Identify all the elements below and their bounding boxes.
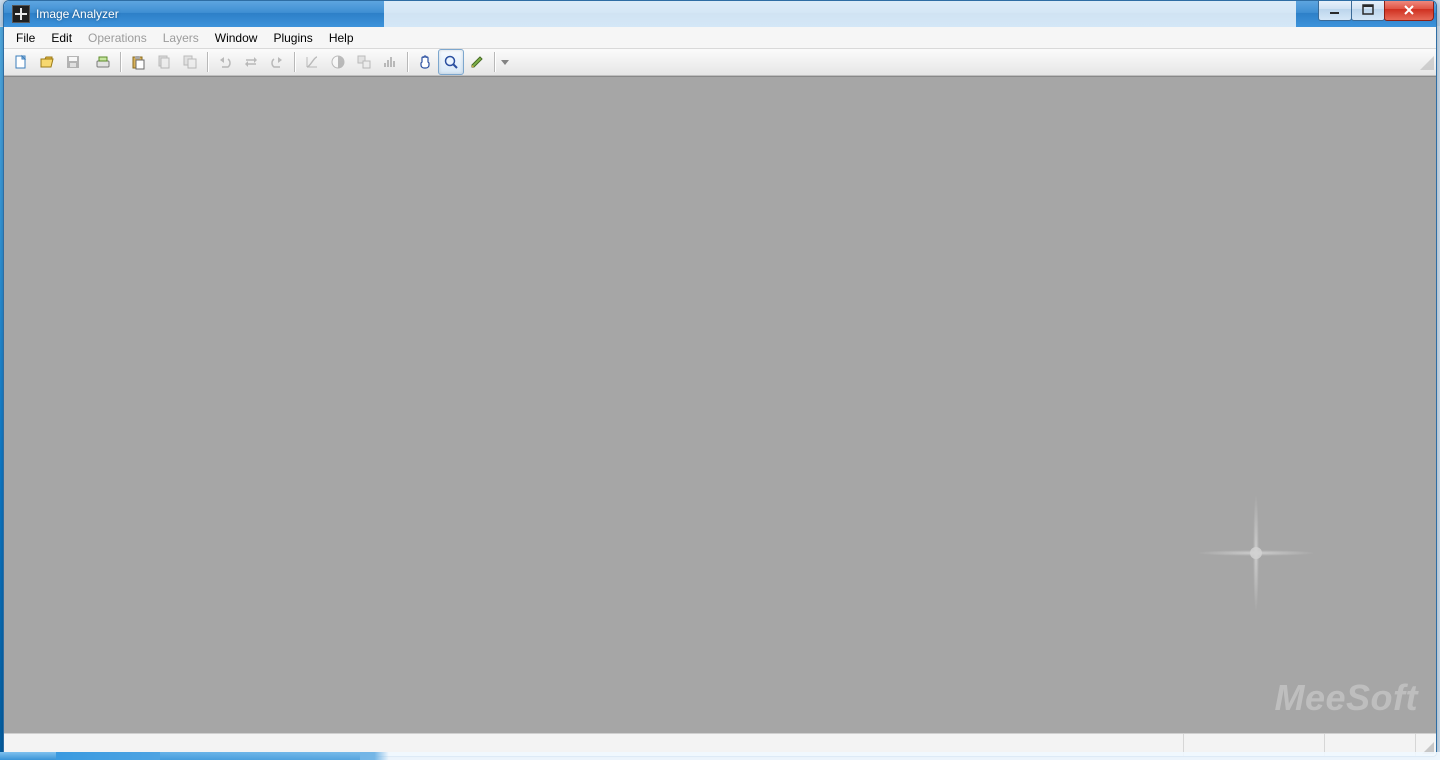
curves-icon [304, 54, 320, 70]
menu-help[interactable]: Help [321, 27, 362, 48]
watermark: MeeSoft [1274, 677, 1418, 719]
close-button[interactable] [1384, 0, 1434, 21]
app-icon [12, 5, 30, 23]
menu-plugins[interactable]: Plugins [265, 27, 320, 48]
pencil-tool-button[interactable] [464, 49, 490, 75]
scanner-button[interactable] [90, 49, 116, 75]
copy-icon [156, 54, 172, 70]
menu-window[interactable]: Window [207, 27, 266, 48]
window-title: Image Analyzer [36, 7, 119, 21]
paste-icon [130, 54, 146, 70]
toolbar [4, 49, 1436, 76]
toolbar-overflow-icon [501, 58, 509, 66]
app-window: Image Analyzer File Edit Operations Laye… [3, 0, 1437, 757]
scanner-icon [95, 54, 111, 70]
undo-icon [217, 54, 233, 70]
curves-button [299, 49, 325, 75]
pencil-tool-icon [469, 54, 485, 70]
redo-icon [269, 54, 285, 70]
menu-edit[interactable]: Edit [43, 27, 80, 48]
open-file-button[interactable] [34, 49, 60, 75]
new-file-button[interactable] [8, 49, 34, 75]
menu-file[interactable]: File [8, 27, 43, 48]
new-file-icon [13, 54, 29, 70]
open-file-icon [39, 54, 55, 70]
menubar: File Edit Operations Layers Window Plugi… [4, 27, 1436, 49]
swap-button [238, 49, 264, 75]
resize-button [351, 49, 377, 75]
paste-button[interactable] [125, 49, 151, 75]
maximize-button[interactable] [1351, 0, 1385, 21]
toolbar-grip-icon [1418, 52, 1434, 70]
minimize-button[interactable] [1318, 0, 1352, 21]
duplicate-icon [182, 54, 198, 70]
swap-icon [243, 54, 259, 70]
resize-icon [356, 54, 372, 70]
duplicate-button [177, 49, 203, 75]
copy-button [151, 49, 177, 75]
zoom-tool-icon [443, 54, 459, 70]
sparkle-decoration [1196, 493, 1316, 613]
contrast-button [325, 49, 351, 75]
hand-tool-icon [417, 54, 433, 70]
undo-button [212, 49, 238, 75]
zoom-tool-button[interactable] [438, 49, 464, 75]
save-button [60, 49, 86, 75]
levels-button [377, 49, 403, 75]
hand-tool-button[interactable] [412, 49, 438, 75]
contrast-icon [330, 54, 346, 70]
levels-icon [382, 54, 398, 70]
titlebar[interactable]: Image Analyzer [4, 1, 1436, 27]
toolbar-overflow-button[interactable] [499, 50, 511, 74]
save-icon [65, 54, 81, 70]
redo-button [264, 49, 290, 75]
menu-operations: Operations [80, 27, 155, 48]
menu-layers: Layers [155, 27, 207, 48]
desktop-taskbar-bottom [0, 752, 1440, 760]
workspace[interactable]: MeeSoft [4, 76, 1436, 733]
